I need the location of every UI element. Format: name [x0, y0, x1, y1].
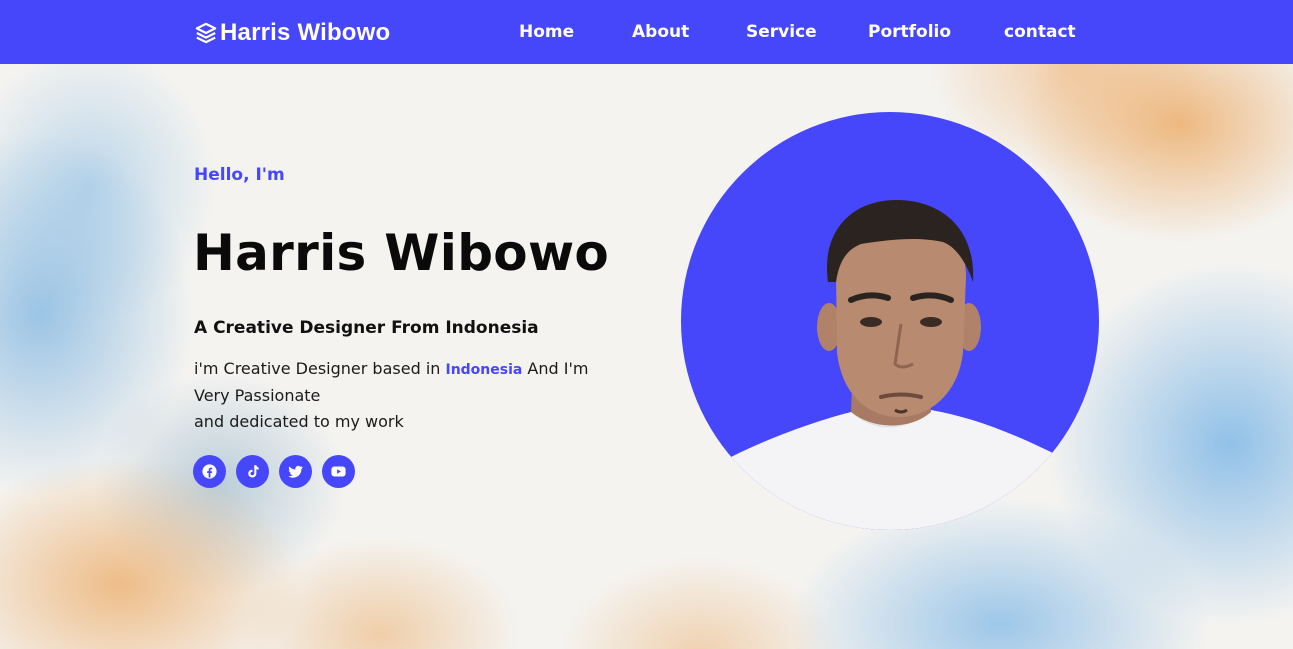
nav-link-contact[interactable]: contact: [1004, 22, 1076, 42]
desc-text-start: i'm Creative Designer based in: [194, 359, 446, 378]
hero-tagline: A Creative Designer From Indonesia: [194, 318, 539, 338]
hero-name: Harris Wibowo: [193, 224, 610, 282]
nav-link-portfolio[interactable]: Portfolio: [868, 22, 951, 42]
greeting-text: Hello, I'm: [194, 165, 285, 185]
youtube-link[interactable]: [322, 455, 355, 488]
facebook-icon: [202, 464, 217, 479]
youtube-icon: [331, 466, 346, 477]
profile-photo: [681, 112, 1099, 530]
nav-link-home[interactable]: Home: [519, 22, 574, 42]
twitter-link[interactable]: [279, 455, 312, 488]
social-links: [193, 455, 355, 488]
nav-link-about[interactable]: About: [632, 22, 689, 42]
navbar: Harris Wibowo Home About Service Portfol…: [0, 0, 1293, 64]
desc-highlight-country: Indonesia: [445, 362, 523, 378]
nav-link-service[interactable]: Service: [746, 22, 817, 42]
profile-portrait: [731, 200, 1061, 530]
hero-description: i'm Creative Designer based in Indonesia…: [194, 356, 624, 435]
tiktok-icon: [248, 465, 259, 478]
layers-icon: [195, 21, 217, 45]
brand-name: Harris Wibowo: [220, 19, 391, 46]
twitter-icon: [288, 465, 303, 478]
brand-logo-link[interactable]: Harris Wibowo: [195, 18, 390, 48]
facebook-link[interactable]: [193, 455, 226, 488]
desc-text-line2: and dedicated to my work: [194, 412, 404, 431]
tiktok-link[interactable]: [236, 455, 269, 488]
